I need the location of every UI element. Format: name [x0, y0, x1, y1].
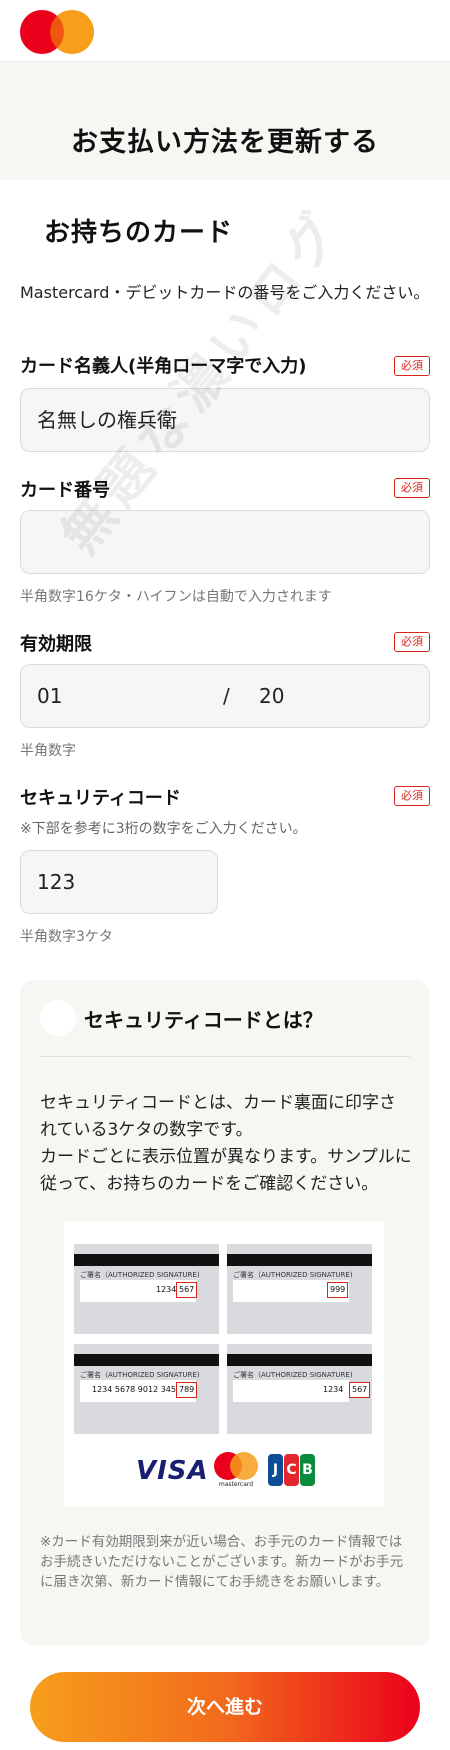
sample-card: ご署名（AUTHORIZED SIGNATURE) 1234 5678 9012… [74, 1344, 219, 1434]
info-title[interactable]: セキュリティコードとは？ [84, 1004, 323, 1033]
expand-toggle[interactable] [40, 1000, 76, 1036]
cvv-sample: 789 [176, 1382, 198, 1398]
card-number-hint: 半角数字16ケタ・ハイフンは自動で入力されます [20, 589, 332, 605]
security-code-input[interactable]: 123 [20, 850, 218, 914]
mastercard-wordmark: mastercard [218, 1481, 254, 1488]
mastercard-logo [20, 10, 96, 54]
sig-label: ご署名（AUTHORIZED SIGNATURE) [233, 1371, 353, 1379]
card-number-label: カード番号 [20, 480, 110, 501]
expiry-note: ※カード有効期限到来が近い場合、お手元のカード情報ではお手続きいただけないことが… [40, 1534, 404, 1590]
visa-logo: VISA [136, 1456, 209, 1486]
security-code-hint: 半角数字3ケタ [20, 929, 113, 945]
required-badge: 必須 [394, 632, 430, 652]
required-badge: 必須 [394, 356, 430, 376]
sample-card-image: ご署名（AUTHORIZED SIGNATURE) 1234 567 ご署名（A… [64, 1222, 384, 1506]
page-title: お支払い方法を更新する [71, 127, 379, 158]
card-number-sample: 1234 5678 9012 3456 [92, 1385, 182, 1394]
title-band: お支払い方法を更新する [0, 62, 450, 180]
expiry-year[interactable]: 20 [259, 665, 284, 727]
section-title: お持ちのカード [44, 218, 234, 248]
cardholder-input[interactable]: 名無しの権兵衛 [20, 388, 430, 452]
expiry-hint: 半角数字 [20, 743, 76, 759]
expiry-month[interactable]: 01 [37, 665, 62, 727]
cardholder-label: カード名義人(半角ローマ字で入力) [20, 356, 307, 377]
sample-card: ご署名（AUTHORIZED SIGNATURE) 1234 567 [227, 1344, 372, 1434]
expiry-label: 有効期限 [20, 634, 92, 655]
next-button[interactable]: 次へ進む [30, 1672, 420, 1742]
sig-label: ご署名（AUTHORIZED SIGNATURE) [80, 1371, 200, 1379]
info-text: セキュリティコードとは、カード裏面に印字されている3ケタの数字です。 カードごと… [40, 1093, 412, 1194]
required-badge: 必須 [394, 786, 430, 806]
jcb-logo: J C B [268, 1454, 316, 1486]
sig-label: ご署名（AUTHORIZED SIGNATURE) [233, 1271, 353, 1279]
intro-text: Mastercard・デビットカードの番号をご入力ください。 [20, 283, 430, 302]
card-number-input[interactable] [20, 510, 430, 574]
card-brand-logos: VISA mastercard J C B [64, 1450, 384, 1490]
sample-card: ご署名（AUTHORIZED SIGNATURE) 999 [227, 1244, 372, 1334]
divider [40, 1056, 410, 1057]
sig-label: ご署名（AUTHORIZED SIGNATURE) [80, 1271, 200, 1279]
security-code-note: ※下部を参考に3桁の数字をご入力ください。 [20, 821, 307, 837]
security-code-info-box: セキュリティコードとは？ セキュリティコードとは、カード裏面に印字されている3ケ… [20, 980, 430, 1646]
required-badge: 必須 [394, 478, 430, 498]
expiry-separator: / [223, 684, 230, 708]
cvv-sample: 999 [327, 1282, 349, 1298]
sample-card: ご署名（AUTHORIZED SIGNATURE) 1234 567 [74, 1244, 219, 1334]
expiry-input[interactable]: 01 / 20 [20, 664, 430, 728]
security-code-label: セキュリティコード [20, 788, 181, 809]
card-number-sample: 1234 [156, 1285, 177, 1294]
mastercard-logo: mastercard [212, 1452, 260, 1488]
cvv-sample: 567 [349, 1382, 371, 1398]
header [0, 0, 450, 62]
card-number-sample: 1234 [323, 1385, 344, 1394]
cvv-sample: 567 [176, 1282, 198, 1298]
